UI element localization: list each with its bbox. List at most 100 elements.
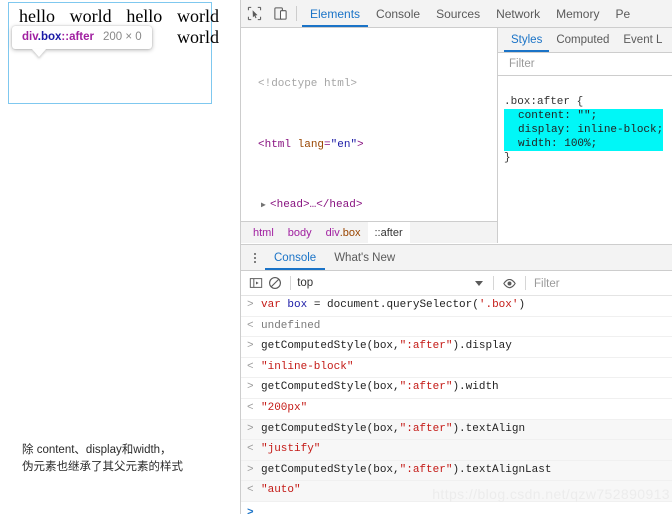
style-rule-close-brace: } [504,152,511,164]
tab-sources[interactable]: Sources [428,0,488,27]
console-row-input[interactable]: > var box = document.querySelector('.box… [241,296,672,317]
console-toolbar-divider-3 [525,276,526,290]
tab-network[interactable]: Network [488,0,548,27]
console-input-text: var box = document.querySelector('.box') [261,299,526,311]
more-options-icon[interactable] [245,247,265,269]
tooltip-arrow [32,49,46,57]
console-row-input[interactable]: > getComputedStyle(box,":after").textAli… [241,419,672,441]
doctype-text: <!doctype html> [258,78,358,91]
declaration-value: ""; [577,110,598,122]
tab-styles[interactable]: Styles [504,28,549,52]
tab-elements[interactable]: Elements [302,0,368,27]
dom-node-head[interactable]: ▶ <head>…</head> [241,198,497,213]
tab-performance[interactable]: Pe [607,0,638,27]
dom-tree: <!doctype html> <html lang="en"> ▶ <head>… [241,28,497,243]
console-row-input[interactable]: > getComputedStyle(box,":after").textAli… [241,460,672,482]
breadcrumb-item-body[interactable]: body [281,222,319,243]
html-lang-value: "en" [330,138,358,151]
console-output-text: "justify" [261,443,321,456]
console-output-text: "200px" [261,401,308,414]
dom-node-html-open[interactable]: <html lang="en"> [241,138,497,153]
console-row-output: < "inline-block" [241,357,672,379]
breadcrumb: html body div .box ::after [241,221,497,243]
declaration-content[interactable]: content: ""; [504,110,597,122]
breadcrumb-item-div-box[interactable]: div .box [319,222,368,243]
tab-computed[interactable]: Computed [549,28,616,52]
styles-pane-tabs: Styles Computed Event L [498,28,672,53]
inspect-cursor-icon[interactable] [241,1,267,27]
console-row-input[interactable]: > getComputedStyle(box,":after").width [241,378,672,399]
caption-line-1: 除 content、display和width， [22,444,172,456]
console-prompt[interactable]: > [241,502,672,514]
tab-console[interactable]: Console [368,0,428,27]
input-marker-icon: > [247,463,254,476]
box-word: world [176,6,219,26]
console-context-value: top [297,277,314,289]
drawer-tab-whats-new[interactable]: What's New [325,245,404,270]
declaration-property: width [518,138,552,150]
console-sidebar-icon[interactable] [246,271,265,295]
breadcrumb-div-label: div [325,226,340,239]
box-word: hello [126,6,163,26]
console-filter-row [532,274,672,292]
console-filter-input[interactable] [532,277,672,291]
caption-note: 除 content、display和width， 伪元素也继承了其父元素的样式 [22,442,237,476]
console-log-list: > var box = document.querySelector('.box… [241,296,672,514]
styles-pane: Styles Computed Event L .box:after { con… [498,28,672,243]
clear-console-icon[interactable] [265,271,284,295]
box-word: world [69,6,112,26]
tab-event-listeners[interactable]: Event L [616,28,669,52]
declaration-width[interactable]: width: 100%; [504,138,597,150]
elements-panel-split: <!doctype html> <html lang="en"> ▶ <head>… [241,28,672,243]
element-inspector-tooltip: div.box::after 200 × 0 [12,26,152,57]
console-input-text: getComputedStyle(box,":after").textAlign [261,422,526,435]
html-tag-name: html [264,138,292,151]
console-toolbar-divider [290,276,292,290]
styles-filter-input[interactable] [507,57,657,71]
caption-line-2: 伪元素也继承了其父元素的样式 [22,461,183,473]
input-marker-icon: > [247,299,254,311]
output-marker-icon: < [247,360,254,373]
console-toolbar-divider-2 [493,276,494,290]
output-marker-icon: < [247,401,254,414]
page-viewport: hello world hello world world div.box::a… [0,0,240,514]
breadcrumb-item-html[interactable]: html [246,222,281,243]
dom-node-doctype[interactable]: <!doctype html> [241,77,497,92]
head-node-text: <head>…</head> [270,199,363,212]
console-row-output: < "auto" [241,481,672,502]
breadcrumb-div-class: .box [339,226,361,239]
declaration-property: display [518,124,565,136]
devtools-main-toolbar: Elements Console Sources Network Memory … [241,0,672,28]
console-output-text: "inline-block" [261,360,354,373]
console-input-text: getComputedStyle(box,":after").display [261,340,512,353]
toolbar-divider [296,6,297,21]
console-row-input[interactable]: > getComputedStyle(box,":after").display [241,337,672,358]
html-lang-attr: lang [297,138,325,151]
chevron-down-icon [475,280,484,286]
live-expression-icon[interactable] [500,271,519,295]
style-rule-box-after: .box:after { content: ""; display: inlin… [498,76,672,165]
breadcrumb-item-after[interactable]: ::after [367,222,410,243]
input-marker-icon: > [247,381,254,394]
devtools-panel: Elements Console Sources Network Memory … [240,0,672,514]
device-toolbar-icon[interactable] [267,1,293,27]
styles-filter-row [498,53,672,76]
expand-arrow-collapsed-icon[interactable]: ▶ [261,198,270,213]
declaration-value: inline-block; [577,124,664,136]
drawer-tab-console[interactable]: Console [265,245,325,270]
drawer-tab-bar: Console What's New [241,245,672,271]
tooltip-pseudo: ::after [61,31,94,43]
console-row-output: < "200px" [241,398,672,420]
declaration-display[interactable]: display: inline-block; [504,124,663,136]
box-word: hello [19,6,55,26]
console-toolbar: top [241,271,672,296]
box-word: world [177,27,219,47]
console-context-selector[interactable]: top [297,277,487,289]
dom-tree-pane: <!doctype html> <html lang="en"> ▶ <head>… [241,28,498,243]
console-row-output: < undefined [241,316,672,338]
tab-memory[interactable]: Memory [548,0,607,27]
style-rule-selector[interactable]: .box:after { [504,96,583,108]
console-output-text: "auto" [261,484,301,497]
console-output-text: undefined [261,319,321,332]
declaration-property: content [518,110,565,122]
